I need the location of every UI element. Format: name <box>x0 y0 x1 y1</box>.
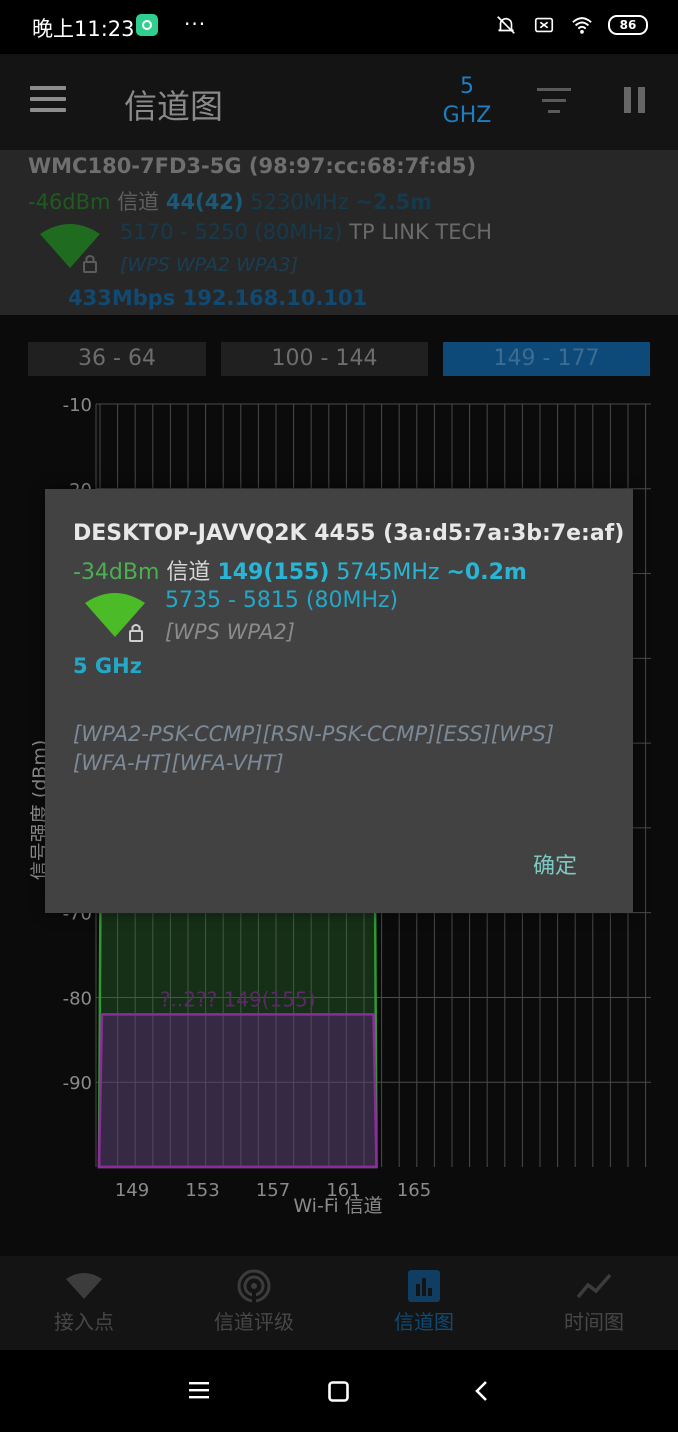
mute-bell-icon <box>497 16 515 34</box>
nav-label: 时间图 <box>564 1310 624 1334</box>
dialog-title: DESKTOP-JAVVQ2K 4455 (3a:d5:7a:3b:7e:af) <box>73 521 625 546</box>
ap-range: 5170 - 5250 (80MHz) <box>120 220 343 244</box>
ap-channel: 44(42) <box>165 190 244 214</box>
series-label: ?..2?? 149(155) <box>160 987 316 1011</box>
ap-ssid: WMC180-7FD3-5G (98:97:cc:68:7f:d5) <box>28 154 477 178</box>
menu-icon[interactable] <box>30 86 66 114</box>
nav-label: 信道图 <box>394 1310 454 1334</box>
ap-channel-label: 信道 <box>117 190 160 214</box>
ap-speed-ip: 433Mbps 192.168.10.101 <box>68 286 368 310</box>
nav-channel-rating[interactable]: 信道评级 <box>174 1268 334 1335</box>
ap-signal-row: -46dBm 信道 44(42) 5230MHz ~2.5m <box>28 186 432 216</box>
ap-range-row: 5170 - 5250 (80MHz) TP LINK TECH <box>120 220 492 244</box>
nav-time-graph[interactable]: 时间图 <box>514 1268 674 1335</box>
status-time: 晚上11:23 <box>32 17 135 41</box>
home-icon[interactable] <box>328 1381 349 1402</box>
ap-vendor: TP LINK TECH <box>349 220 492 244</box>
band-toggle-button[interactable]: 5 GHZ <box>430 72 504 130</box>
pause-icon[interactable] <box>624 87 648 113</box>
dialog-channel: 149(155) <box>217 560 330 585</box>
app-notification-icon <box>136 14 158 36</box>
ap-frequency: 5230MHz <box>250 190 349 214</box>
dialog-signal: -34dBm <box>73 560 160 585</box>
nav-access-points[interactable]: 接入点 <box>4 1268 164 1335</box>
recent-apps-icon[interactable] <box>189 1381 209 1399</box>
no-sim-icon <box>534 17 554 33</box>
x-tick-label: 157 <box>256 1180 290 1201</box>
ap-detail-dialog: DESKTOP-JAVVQ2K 4455 (3a:d5:7a:3b:7e:af)… <box>45 489 633 913</box>
range-tab-100-144[interactable]: 100 - 144 <box>221 342 428 376</box>
y-tick-label: -10 <box>63 395 92 416</box>
ok-button[interactable]: 确定 <box>517 844 593 884</box>
bottom-nav: 接入点 信道评级 信道图 时间图 <box>0 1256 678 1350</box>
page-title: 信道图 <box>124 87 223 126</box>
nav-channel-graph[interactable]: 信道图 <box>344 1268 504 1335</box>
line-graph-icon <box>576 1273 612 1299</box>
range-tab-36-64[interactable]: 36 - 64 <box>28 342 206 376</box>
ap-security: [WPS WPA2 WPA3] <box>120 254 298 276</box>
band-toggle-line1: 5 <box>460 74 474 99</box>
status-bar: 晚上11:23 ··· 86 <box>0 0 678 54</box>
dialog-range: 5735 - 5815 (80MHz) <box>165 588 399 613</box>
wifi-signal-icon <box>85 593 145 642</box>
x-tick-label: 153 <box>185 1180 219 1201</box>
x-axis-label: Wi-Fi 信道 <box>293 1195 382 1217</box>
nav-label: 信道评级 <box>214 1310 294 1334</box>
app-bar: 信道图 5 GHZ <box>0 54 678 150</box>
band-toggle-line2: GHZ <box>442 103 492 128</box>
range-tab-149-177[interactable]: 149 - 177 <box>443 342 650 376</box>
dialog-band: 5 GHz <box>73 654 142 678</box>
wifi-status-icon <box>572 17 592 34</box>
filter-icon[interactable] <box>537 88 571 116</box>
system-nav-bar <box>0 1350 678 1432</box>
signal-rating-icon <box>237 1269 271 1304</box>
more-notifications-icon: ··· <box>184 12 207 36</box>
dialog-capabilities: [WPA2-PSK-CCMP][RSN-PSK-CCMP][ESS][WPS][… <box>73 722 555 775</box>
series-area-2 <box>97 1013 378 1169</box>
back-icon[interactable] <box>474 1380 488 1402</box>
y-tick-label: -80 <box>63 988 92 1009</box>
dialog-signal-row: -34dBm 信道 149(155) 5745MHz ~0.2m <box>73 554 527 586</box>
ap-signal: -46dBm <box>28 190 111 214</box>
wifi-icon <box>66 1273 102 1299</box>
connected-ap-panel[interactable]: WMC180-7FD3-5G (98:97:cc:68:7f:d5) -46dB… <box>0 150 678 315</box>
ap-distance: ~2.5m <box>355 190 432 214</box>
dialog-frequency: 5745MHz <box>336 560 440 585</box>
x-tick-label: 165 <box>397 1180 431 1201</box>
nav-label: 接入点 <box>54 1310 114 1334</box>
dialog-distance: ~0.2m <box>446 560 527 585</box>
dialog-security: [WPS WPA2] <box>165 620 295 644</box>
x-tick-label: 149 <box>115 1180 149 1201</box>
status-icons: 86 <box>494 14 648 36</box>
bar-chart-icon <box>408 1270 440 1302</box>
dialog-channel-label: 信道 <box>166 560 211 585</box>
wifi-signal-icon <box>40 224 100 273</box>
y-tick-label: -90 <box>63 1073 92 1094</box>
battery-icon: 86 <box>608 15 648 35</box>
